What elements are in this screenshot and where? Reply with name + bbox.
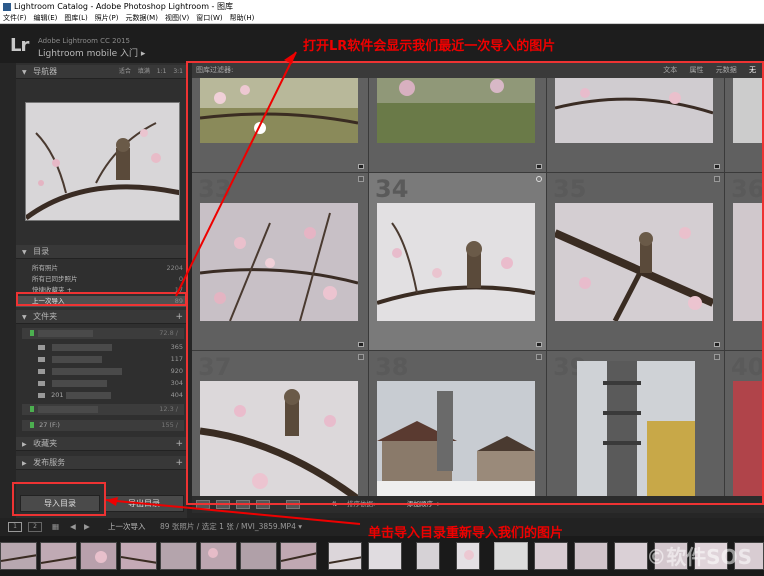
annotation-top-text: 打开LR软件会显示我们最近一次导入的图片 <box>303 39 556 54</box>
lightroom-window: Lightroom Catalog - Adobe Photoshop Ligh… <box>0 0 764 576</box>
annotation-bottom-text: 单击导入目录重新导入我们的图片 <box>368 526 564 541</box>
watermark: ©软件SOS <box>646 545 752 569</box>
arrow-line-top-left <box>175 51 297 297</box>
annotation-arrows <box>105 51 361 525</box>
arrow-line-bottom <box>105 499 361 525</box>
arrow-head-bottom <box>106 497 118 506</box>
